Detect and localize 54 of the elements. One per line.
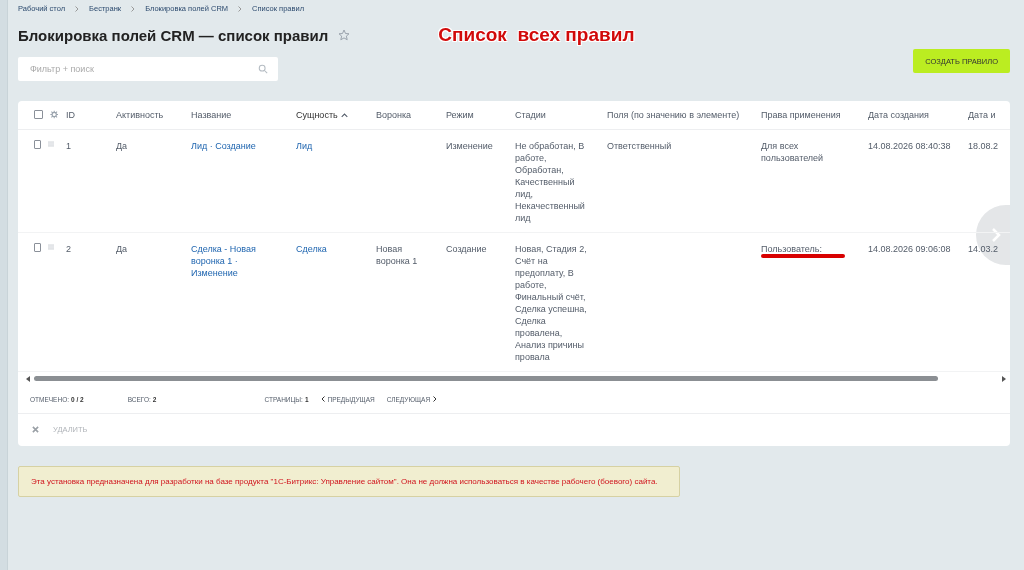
drag-handle-icon[interactable] [47, 140, 54, 148]
search-field[interactable]: Фильтр + поиск [28, 63, 258, 75]
column-header[interactable]: Дата создания [868, 109, 929, 120]
entity-link[interactable]: Лид [296, 139, 313, 152]
table-cell-text: 1 [66, 140, 71, 151]
table-cell-text: 14.08.2026 08:40:38 [868, 140, 951, 151]
table-cell-text: 2 [66, 243, 71, 254]
column-header[interactable]: Режим [446, 109, 474, 120]
caret-icon [340, 112, 348, 118]
column-header[interactable]: ID [66, 109, 75, 120]
search-icon [258, 64, 268, 74]
table-cell-text: Да [116, 243, 128, 254]
star-icon[interactable] [338, 29, 351, 41]
chevron-right-icon [991, 228, 1001, 242]
page-title: Блокировка полей CRM — список правил [18, 26, 329, 44]
chevron-right-icon [75, 5, 80, 12]
scroll-left-arrow-icon[interactable] [26, 375, 30, 382]
column-header[interactable]: Дата и [968, 109, 996, 120]
chevron-right-icon [131, 5, 136, 12]
chevron-right-icon [433, 396, 438, 402]
entity-link[interactable]: Сделка - Новая воронка 1 · Изменение [191, 242, 284, 279]
gear-icon[interactable] [49, 110, 58, 120]
column-header[interactable]: Поля (по значению в элементе) [607, 109, 740, 120]
column-header[interactable]: Сущность [296, 109, 338, 120]
annotation-text: Список всех правил [438, 24, 635, 46]
table-cell-text: Изменение [446, 140, 493, 151]
table-cell-text: Создание [446, 243, 487, 254]
table-cell-text: 14.08.2026 09:06:08 [868, 243, 951, 254]
checkbox[interactable] [34, 242, 41, 252]
table-cell-text: 14.03.2 [968, 243, 999, 254]
close-icon [32, 426, 39, 433]
table-cell-text: 18.08.2 [968, 140, 999, 151]
table-cell-text: Не обработан, В работе, Обработан, Качественный лид, Некачественный лид [515, 140, 585, 223]
checkbox[interactable] [34, 139, 41, 149]
entity-link[interactable]: Сделка [296, 242, 327, 255]
table-cell-text: Новая воронка 1 [376, 243, 418, 266]
column-header[interactable]: Права применения [761, 109, 841, 120]
table-cell-text: Пользователь: [761, 243, 822, 254]
scroll-right-arrow-icon[interactable] [1002, 375, 1006, 382]
search-bar[interactable]: Фильтр + поиск [18, 57, 278, 81]
column-header[interactable]: Стадии [515, 109, 546, 120]
chevron-right-icon [238, 5, 243, 12]
table-cell-text: Для всех пользователей [761, 140, 824, 163]
table-cell-text: Новая, Стадия 2, Счёт на предоплату, В работе, Финальный счёт, Сделка успешна, Сделка провалена, Анализ причины провала [515, 243, 587, 362]
chevron-left-icon [320, 396, 325, 402]
column-header[interactable]: Название [191, 109, 232, 120]
table-cell-text: Да [116, 140, 128, 151]
warning-message: Эта установка предназначена для разработки на базе продукта "1С-Битрикс: Управление сайтом". Она не должна использоваться в качестве рабочего (боевого) сайта. [18, 465, 680, 497]
column-header[interactable]: Воронка [376, 109, 412, 120]
entity-link[interactable]: Лид · Создание [191, 139, 256, 152]
table-cell-text: Ответственный [607, 140, 672, 151]
drag-handle-icon[interactable] [47, 243, 54, 251]
checkbox[interactable] [34, 110, 43, 120]
column-header[interactable]: Активность [116, 109, 164, 120]
